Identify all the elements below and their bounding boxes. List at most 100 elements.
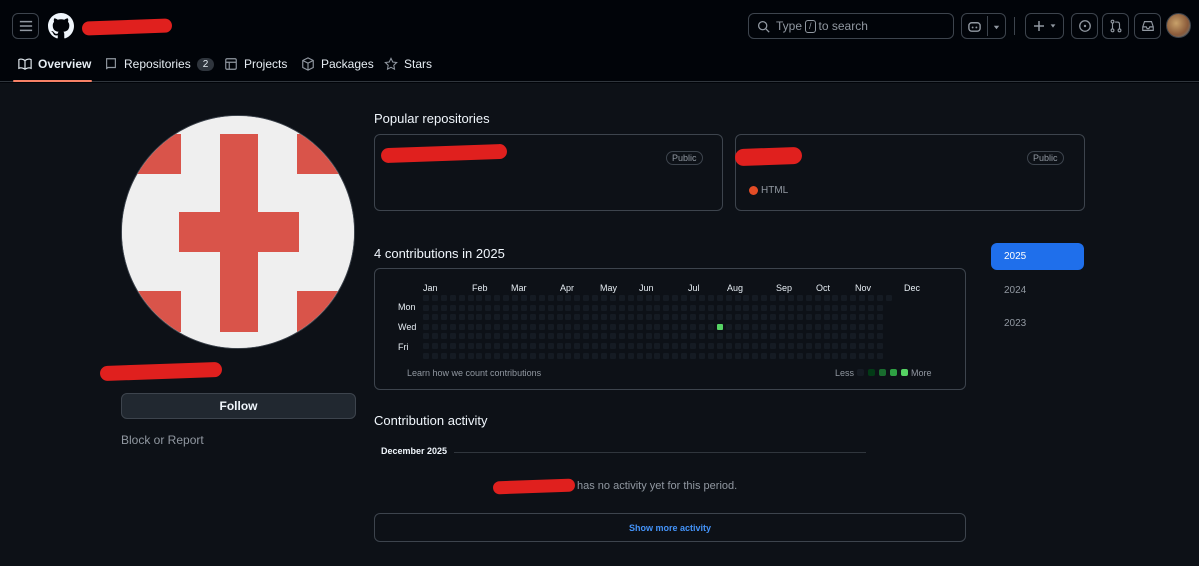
contribution-day-cell[interactable] [583,333,590,340]
contribution-day-cell[interactable] [850,333,857,340]
contribution-day-cell[interactable] [636,314,643,321]
contribution-day-cell[interactable] [556,295,563,301]
contribution-day-cell[interactable] [707,314,714,321]
contribution-day-cell[interactable] [761,323,768,330]
contribution-day-cell[interactable] [494,323,501,330]
contribution-day-cell[interactable] [734,314,741,321]
contribution-day-cell[interactable] [841,352,848,359]
contribution-day-cell[interactable] [734,352,741,359]
contribution-day-cell[interactable] [787,352,794,359]
contribution-day-cell[interactable] [547,304,554,311]
contribution-day-cell[interactable] [467,295,474,301]
contribution-day-cell[interactable] [698,343,705,349]
contribution-day-cell[interactable] [601,304,607,311]
contribution-day-cell[interactable] [520,333,527,340]
contribution-day-cell[interactable] [574,323,581,330]
contribution-day-cell[interactable] [841,323,848,330]
contribution-day-cell[interactable] [565,352,572,359]
contribution-day-cell[interactable] [725,304,732,311]
contribution-day-cell[interactable] [645,304,652,311]
contribution-day-cell[interactable] [583,295,590,301]
contribution-day-cell[interactable] [787,295,794,301]
contribution-day-cell[interactable] [681,295,688,301]
contribution-day-cell[interactable] [538,343,545,349]
contribution-day-cell[interactable] [458,343,465,349]
contribution-day-cell[interactable] [779,352,785,359]
contribution-day-cell[interactable] [512,304,518,311]
contribution-day-cell[interactable] [423,314,429,321]
contribution-day-cell[interactable] [832,333,839,340]
contribution-day-cell[interactable] [841,343,848,349]
contribution-day-cell[interactable] [618,314,625,321]
contribution-day-cell[interactable] [431,304,438,311]
contribution-day-cell[interactable] [876,314,883,321]
contribution-day-cell[interactable] [601,343,607,349]
contribution-day-cell[interactable] [823,304,830,311]
contribution-day-cell[interactable] [609,333,616,340]
contribution-day-cell[interactable] [494,304,501,311]
issues-button[interactable] [1071,13,1098,39]
contribution-day-cell[interactable] [423,352,429,359]
contribution-day-cell[interactable] [823,343,830,349]
contribution-day-cell[interactable] [449,314,456,321]
contribution-day-cell[interactable] [574,304,581,311]
contribution-day-cell[interactable] [654,314,661,321]
contribution-day-cell[interactable] [796,343,803,349]
contribution-day-cell[interactable] [876,304,883,311]
contribution-day-cell[interactable] [663,304,670,311]
contribution-day-cell[interactable] [814,343,821,349]
contribution-day-cell[interactable] [796,323,803,330]
contribution-day-cell[interactable] [698,304,705,311]
tab-overview[interactable]: Overview [18,52,91,76]
contribution-day-cell[interactable] [752,333,759,340]
contribution-day-cell[interactable] [859,314,866,321]
contribution-day-cell[interactable] [868,314,874,321]
user-avatar[interactable] [1166,13,1191,38]
contribution-day-cell[interactable] [449,323,456,330]
pull-requests-button[interactable] [1102,13,1129,39]
contribution-day-cell[interactable] [556,304,563,311]
contribution-day-cell[interactable] [476,304,483,311]
contribution-day-cell[interactable] [618,295,625,301]
contribution-day-cell[interactable] [796,314,803,321]
contribution-day-cell[interactable] [476,352,483,359]
contribution-day-cell[interactable] [805,314,812,321]
contribution-day-cell[interactable] [431,333,438,340]
contribution-day-cell[interactable] [601,323,607,330]
contribution-day-cell[interactable] [814,352,821,359]
contribution-day-cell[interactable] [770,323,777,330]
contribution-day-cell[interactable] [725,323,732,330]
contribution-day-cell[interactable] [627,352,634,359]
contribution-day-cell[interactable] [645,352,652,359]
contribution-day-cell[interactable] [503,323,510,330]
contribution-day-cell[interactable] [520,304,527,311]
contribution-day-cell[interactable] [458,333,465,340]
contribution-day-cell[interactable] [636,323,643,330]
contribution-day-cell[interactable] [565,295,572,301]
contribution-day-cell[interactable] [476,323,483,330]
contribution-day-cell[interactable] [743,314,750,321]
contribution-day-cell[interactable] [707,295,714,301]
contribution-day-cell[interactable] [779,304,785,311]
contribution-day-cell[interactable] [716,314,723,321]
contribution-day-cell[interactable] [494,333,501,340]
contribution-day-cell[interactable] [654,352,661,359]
contribution-day-cell[interactable] [512,314,518,321]
contribution-day-cell[interactable] [538,352,545,359]
contribution-day-cell[interactable] [627,323,634,330]
contribution-day-cell[interactable] [690,343,696,349]
contribution-day-cell[interactable] [423,304,429,311]
contribution-day-cell[interactable] [734,295,741,301]
contribution-day-cell[interactable] [565,333,572,340]
contribution-day-cell[interactable] [503,314,510,321]
contribution-day-cell[interactable] [476,343,483,349]
contribution-day-cell[interactable] [458,352,465,359]
contribution-day-cell[interactable] [645,333,652,340]
contribution-day-cell[interactable] [556,323,563,330]
contribution-day-cell[interactable] [592,323,599,330]
contribution-day-cell[interactable] [681,343,688,349]
contribution-day-cell[interactable] [645,343,652,349]
contribution-day-cell[interactable] [565,343,572,349]
contribution-day-cell[interactable] [787,304,794,311]
contribution-day-cell[interactable] [681,323,688,330]
